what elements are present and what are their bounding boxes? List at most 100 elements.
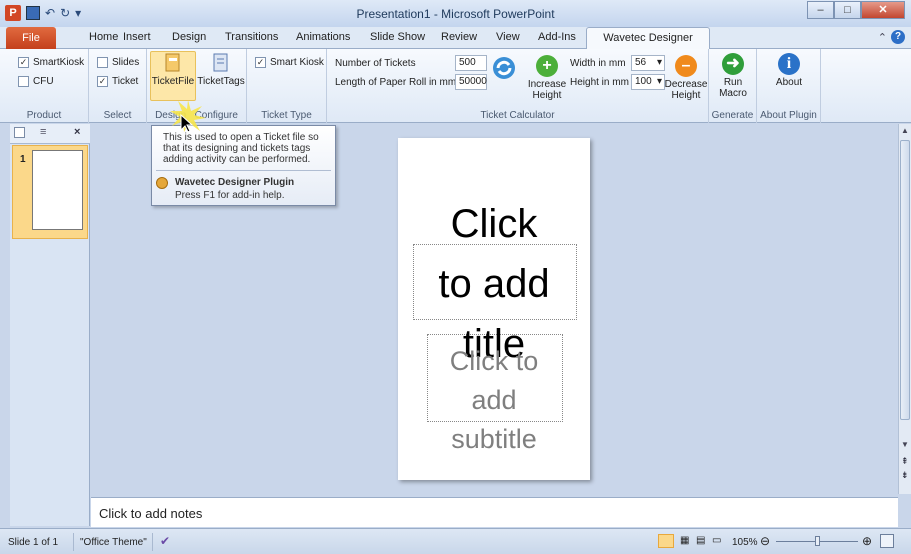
paper-roll-length-input[interactable]: 50000 — [455, 74, 487, 90]
spelling-check-icon[interactable]: ✔ — [160, 534, 170, 548]
checkbox-label: SmartKiosk — [33, 57, 85, 68]
notes-pane[interactable]: Click to add notes — [91, 497, 898, 527]
tab-slide-show[interactable]: Slide Show — [370, 31, 425, 43]
subtitle-line: add — [471, 385, 517, 415]
slides-tab-icon[interactable] — [14, 127, 25, 138]
zoom-in-icon[interactable]: ⊕ — [862, 534, 872, 548]
slides-panel-header: ≡ × — [10, 124, 90, 144]
scroll-up-icon[interactable]: ▲ — [901, 126, 909, 135]
button-label: Macro — [719, 88, 747, 99]
slide-sorter-icon[interactable]: ▦ — [680, 535, 689, 546]
group-about-plugin: i About About Plugin — [757, 49, 821, 123]
about-button[interactable]: i About — [765, 53, 813, 88]
ticketfile-button[interactable]: TicketFile — [150, 51, 196, 101]
group-label: Product — [26, 110, 62, 121]
button-label: Run — [723, 77, 743, 88]
group-label: Generate — [711, 110, 754, 121]
width-select[interactable]: 56 ▾ — [631, 55, 665, 71]
slide-subtitle-text[interactable]: Click to add subtitle — [398, 342, 590, 459]
smart-kiosk-checkbox[interactable]: ✓ Smart Kiosk — [255, 57, 324, 68]
mouse-cursor-icon — [180, 114, 194, 133]
help-icon[interactable]: ? — [891, 30, 905, 44]
zoom-out-icon[interactable]: ⊖ — [760, 534, 770, 548]
tooltip-divider — [156, 170, 331, 171]
ribbon: ✓ SmartKiosk CFU Product Slides ✓ Ticket S… — [0, 49, 911, 123]
tab-view[interactable]: View — [496, 31, 520, 43]
title-bar: P ↶ ↻ ▾ Presentation1 - Microsoft PowerP… — [0, 0, 911, 27]
checkbox-label: Slides — [112, 57, 140, 68]
slides-checkbox[interactable]: Slides — [97, 57, 139, 68]
width-label: Width in mm — [570, 58, 626, 69]
minimize-ribbon-icon[interactable]: ⌃ — [878, 31, 887, 44]
maximize-button[interactable]: □ — [834, 1, 861, 19]
slide-show-icon[interactable]: ▭ — [712, 535, 721, 546]
group-select: Slides ✓ Ticket Select — [89, 49, 147, 123]
group-product: ✓ SmartKiosk CFU Product — [0, 49, 89, 123]
button-label: Decrease — [664, 79, 708, 90]
outline-tab-icon[interactable]: ≡ — [40, 126, 46, 138]
close-panel-icon[interactable]: × — [74, 126, 80, 138]
tab-animations[interactable]: Animations — [296, 31, 350, 43]
vertical-scrollbar[interactable]: ▲ ▼ ⇞ ⇟ — [898, 124, 911, 494]
scrollbar-thumb[interactable] — [900, 140, 910, 420]
previous-slide-icon[interactable]: ⇞ — [901, 456, 909, 467]
fit-to-window-icon[interactable] — [880, 534, 894, 548]
ticket-checkbox[interactable]: ✓ Ticket — [97, 76, 138, 87]
theme-name: "Office Theme" — [80, 537, 147, 548]
run-macro-button[interactable]: ➜ Run Macro — [711, 53, 755, 99]
subtitle-line: subtitle — [451, 424, 537, 454]
minus-icon: – — [675, 55, 697, 77]
paper-roll-length-label: Length of Paper Roll in mm — [335, 77, 457, 88]
scroll-down-icon[interactable]: ▼ — [901, 440, 909, 449]
height-value: 100 — [635, 76, 652, 87]
notes-placeholder: Click to add notes — [99, 506, 203, 521]
minimize-button[interactable]: – — [807, 1, 834, 19]
close-button[interactable]: ✕ — [861, 1, 905, 19]
smartkiosk-checkbox[interactable]: ✓ SmartKiosk — [18, 57, 84, 68]
title-line: to add — [438, 262, 550, 306]
zoom-slider-handle[interactable] — [815, 536, 820, 546]
number-of-tickets-input[interactable]: 500 — [455, 55, 487, 71]
slides-panel: ≡ × 1 — [10, 124, 90, 526]
tab-home[interactable]: Home — [89, 31, 118, 43]
zoom-level[interactable]: 105% — [732, 537, 758, 548]
height-select[interactable]: 100 ▾ — [631, 74, 665, 90]
plus-icon: + — [536, 55, 558, 77]
group-ticket-calculator: Number of Tickets 500 Length of Paper Ro… — [327, 49, 709, 123]
arrow-right-icon: ➜ — [722, 53, 744, 75]
ticketfile-tooltip: This is used to open a Ticket file so th… — [151, 125, 336, 206]
tab-review[interactable]: Review — [441, 31, 477, 43]
tab-design[interactable]: Design — [172, 31, 206, 43]
cfu-checkbox[interactable]: CFU — [18, 76, 54, 87]
next-slide-icon[interactable]: ⇟ — [901, 470, 909, 481]
slide-number: 1 — [20, 154, 26, 165]
button-label: TicketFile — [151, 76, 195, 87]
tooltip-help-text: Press F1 for add-in help. — [175, 190, 285, 201]
increase-height-button[interactable]: + Increase Height — [527, 55, 567, 101]
checkbox-label: CFU — [33, 76, 54, 87]
info-icon: i — [778, 53, 800, 75]
tab-wavetec-designer-plugin[interactable]: Wavetec Designer Plugin — [586, 27, 710, 65]
status-bar: Slide 1 of 1 "Office Theme" ✔ ▦ ▤ ▭ 105%… — [0, 528, 911, 554]
reading-view-icon[interactable]: ▤ — [696, 535, 705, 546]
tab-insert[interactable]: Insert — [123, 31, 151, 43]
group-label: Select — [103, 110, 132, 121]
normal-view-icon[interactable] — [658, 534, 674, 548]
group-ticket-type: ✓ Smart Kiosk Ticket Type — [247, 49, 327, 123]
refresh-icon[interactable] — [491, 55, 517, 81]
subtitle-line: Click to — [449, 346, 539, 376]
tab-transitions[interactable]: Transitions — [225, 31, 278, 43]
slide-thumbnail[interactable] — [32, 150, 83, 230]
addin-gear-icon — [156, 177, 168, 189]
checkbox-label: Ticket — [112, 76, 139, 87]
checkbox-checked: ✓ — [255, 57, 266, 68]
button-label: TicketTags — [197, 76, 245, 87]
tab-add-ins[interactable]: Add-Ins — [538, 31, 576, 43]
decrease-height-button[interactable]: – Decrease Height — [663, 55, 709, 101]
ribbon-tabs: File Home Insert Design Transitions Anim… — [0, 27, 911, 65]
checkbox-unchecked — [97, 57, 108, 68]
ticketfile-icon — [165, 53, 180, 72]
tab-file[interactable]: File — [6, 27, 56, 49]
slide-count: Slide 1 of 1 — [8, 537, 59, 548]
tickettags-button[interactable]: TicketTags — [197, 52, 245, 87]
